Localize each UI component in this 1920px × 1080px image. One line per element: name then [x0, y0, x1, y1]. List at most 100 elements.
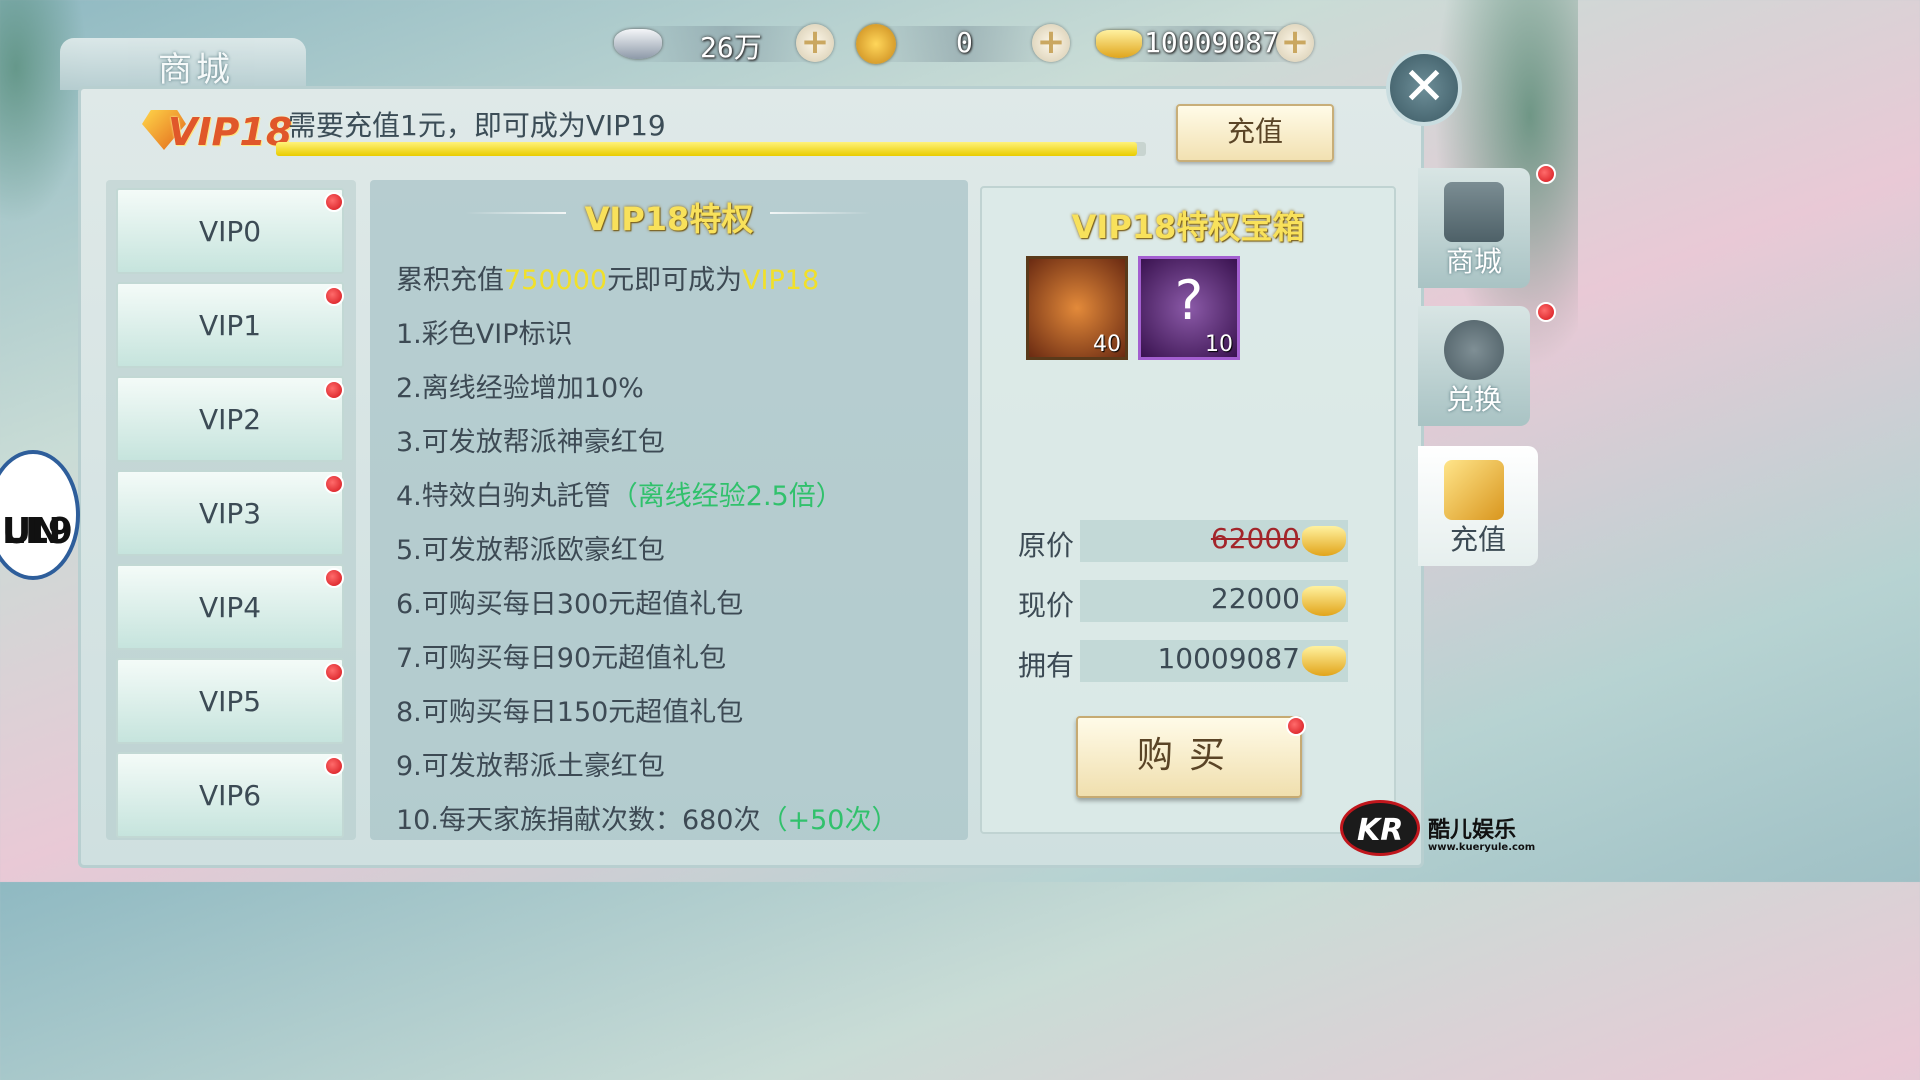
mystery-orb-icon[interactable]: ? 10 [1138, 256, 1240, 360]
item-count: 40 [1093, 332, 1121, 357]
watermark-url: www.kueryule.com [1428, 842, 1536, 853]
vip-badge-text: VIP18 [168, 110, 293, 154]
vip-level-item[interactable]: VIP3 [116, 470, 344, 556]
intro-vip-level: VIP18 [742, 265, 820, 296]
exchange-bag-icon [1444, 320, 1504, 380]
privilege-item: 9.可发放帮派土豪红包 [396, 744, 665, 783]
vip-level-item[interactable]: VIP6 [116, 752, 344, 838]
silver-currency [614, 24, 662, 64]
watermark-logo-text: KR [1357, 813, 1404, 848]
privilege-text: 4.特效白驹丸託管 [396, 481, 611, 512]
privilege-item: 7.可购买每日90元超值礼包 [396, 636, 726, 675]
add-gold-button[interactable]: + [1276, 24, 1314, 62]
vip-level-item[interactable]: VIP0 [116, 188, 344, 274]
vip-level-list[interactable]: VIP0 VIP1 VIP2 VIP3 VIP4 VIP5 VIP6 [106, 180, 356, 840]
current-price-label: 现价 [1018, 589, 1075, 622]
gift-box-icon [1444, 460, 1504, 520]
intro-amount: 750000 [504, 265, 608, 296]
buy-button[interactable]: 购买 [1076, 716, 1302, 798]
notification-dot [324, 756, 344, 776]
question-mark-icon: ? [1174, 269, 1204, 332]
privilege-text: 5.可发放帮派欧豪红包 [396, 535, 665, 566]
watermark-logo: KR [1340, 800, 1420, 856]
vip-level-item[interactable]: VIP1 [116, 282, 344, 368]
close-button[interactable]: ✕ [1386, 50, 1462, 126]
tab-recharge[interactable]: 充值 [1418, 446, 1538, 566]
privilege-text: 6.可购买每日300元超值礼包 [396, 589, 744, 620]
privilege-text: 1.彩色VIP标识 [396, 319, 573, 350]
tab-recharge-label: 充值 [1449, 523, 1506, 556]
privilege-item: 8.可购买每日150元超值礼包 [396, 690, 743, 729]
current-price-box: 22000 [1080, 580, 1348, 622]
recharge-button[interactable]: 充值 [1176, 104, 1334, 162]
item-count: 10 [1205, 332, 1233, 357]
tab-shop-label: 商城 [1445, 245, 1502, 278]
original-price-label: 原价 [1018, 529, 1075, 562]
privilege-text: 9.可发放帮派土豪红包 [396, 751, 665, 782]
notification-dot [324, 380, 344, 400]
privileges-intro: 累积充值750000元即可成为VIP18 [396, 258, 819, 297]
tab-shop[interactable]: 商城 [1418, 168, 1530, 288]
scroll-icon[interactable]: 40 [1026, 256, 1128, 360]
notification-dot [1286, 716, 1306, 736]
privilege-text: 7.可购买每日90元超值礼包 [396, 643, 727, 674]
notification-dot [324, 474, 344, 494]
privilege-text: 2.离线经验增加10% [396, 373, 644, 404]
owned-label: 拥有 [1018, 649, 1075, 682]
tab-exchange-label: 兑换 [1445, 383, 1502, 416]
current-price-value: 22000 [1210, 582, 1300, 615]
privilege-item: 6.可购买每日300元超值礼包 [396, 582, 743, 621]
privilege-extra: （离线经验2.5倍） [610, 481, 843, 512]
intro-prefix: 累积充值 [396, 265, 504, 296]
vip-progress-bar [276, 142, 1146, 156]
vip-badge: VIP18 [142, 104, 292, 160]
intro-middle: 元即可成为 [607, 265, 743, 296]
privilege-item: 1.彩色VIP标识 [396, 312, 572, 351]
tab-exchange[interactable]: 兑换 [1418, 306, 1530, 426]
gold-ingot-icon [1302, 526, 1346, 556]
original-price-box: 62000 [1080, 520, 1348, 562]
privilege-item: 4.特效白驹丸託管（离线经验2.5倍） [396, 474, 843, 513]
notification-dot [324, 662, 344, 682]
notification-dot [1536, 164, 1556, 184]
privilege-item: 2.离线经验增加10% [396, 366, 644, 405]
silver-ingot-icon [614, 29, 662, 59]
privilege-extra: （+50次） [760, 805, 899, 836]
privilege-item: 10.每天家族捐献次数：680次（+50次） [396, 798, 898, 837]
add-silver-button[interactable]: + [796, 24, 834, 62]
floating-logo-button[interactable]: LL9 UN [0, 450, 80, 580]
copper-value: 0 [956, 26, 973, 59]
add-copper-button[interactable]: + [1032, 24, 1070, 62]
chest-title: VIP18特权宝箱 [1071, 208, 1305, 246]
shop-title: 商城 [158, 50, 234, 90]
owned-box: 10009087 [1080, 640, 1348, 682]
gold-currency [1096, 24, 1142, 64]
gold-value: 10009087 [1144, 26, 1279, 59]
vip-level-item[interactable]: VIP2 [116, 376, 344, 462]
privilege-text: 8.可购买每日150元超值礼包 [396, 697, 744, 728]
privileges-title: VIP18特权 [584, 200, 754, 238]
original-price-value: 62000 [1210, 522, 1300, 555]
privilege-item: 3.可发放帮派神豪红包 [396, 420, 665, 459]
vip-level-item[interactable]: VIP5 [116, 658, 344, 744]
watermark: KR 酷儿娱乐 www.kueryule.com [1340, 800, 1550, 860]
floating-logo-line-2: UN [2, 511, 62, 552]
gold-ingot-icon [1302, 646, 1346, 676]
gold-ingot-icon [1096, 30, 1142, 58]
vip-chest-panel: VIP18特权宝箱 40 ? 10 原价 62000 现价 22000 拥有 1… [980, 186, 1396, 834]
vip-level-item[interactable]: VIP4 [116, 564, 344, 650]
notification-dot [324, 568, 344, 588]
vip-privileges-panel: VIP18特权 累积充值750000元即可成为VIP18 1.彩色VIP标识 2… [370, 180, 968, 840]
shop-title-tab: 商城 [60, 38, 306, 90]
privilege-text: 10.每天家族捐献次数：680次 [396, 805, 761, 836]
notification-dot [324, 286, 344, 306]
gold-ingot-icon [1302, 586, 1346, 616]
privilege-text: 3.可发放帮派神豪红包 [396, 427, 665, 458]
vip-progress-fill [276, 142, 1138, 156]
privilege-item: 5.可发放帮派欧豪红包 [396, 528, 665, 567]
watermark-name: 酷儿娱乐 [1428, 818, 1517, 843]
shop-icon [1444, 182, 1504, 242]
copper-currency [856, 24, 896, 64]
silver-value: 26万 [700, 31, 762, 64]
owned-value: 10009087 [1157, 642, 1300, 675]
